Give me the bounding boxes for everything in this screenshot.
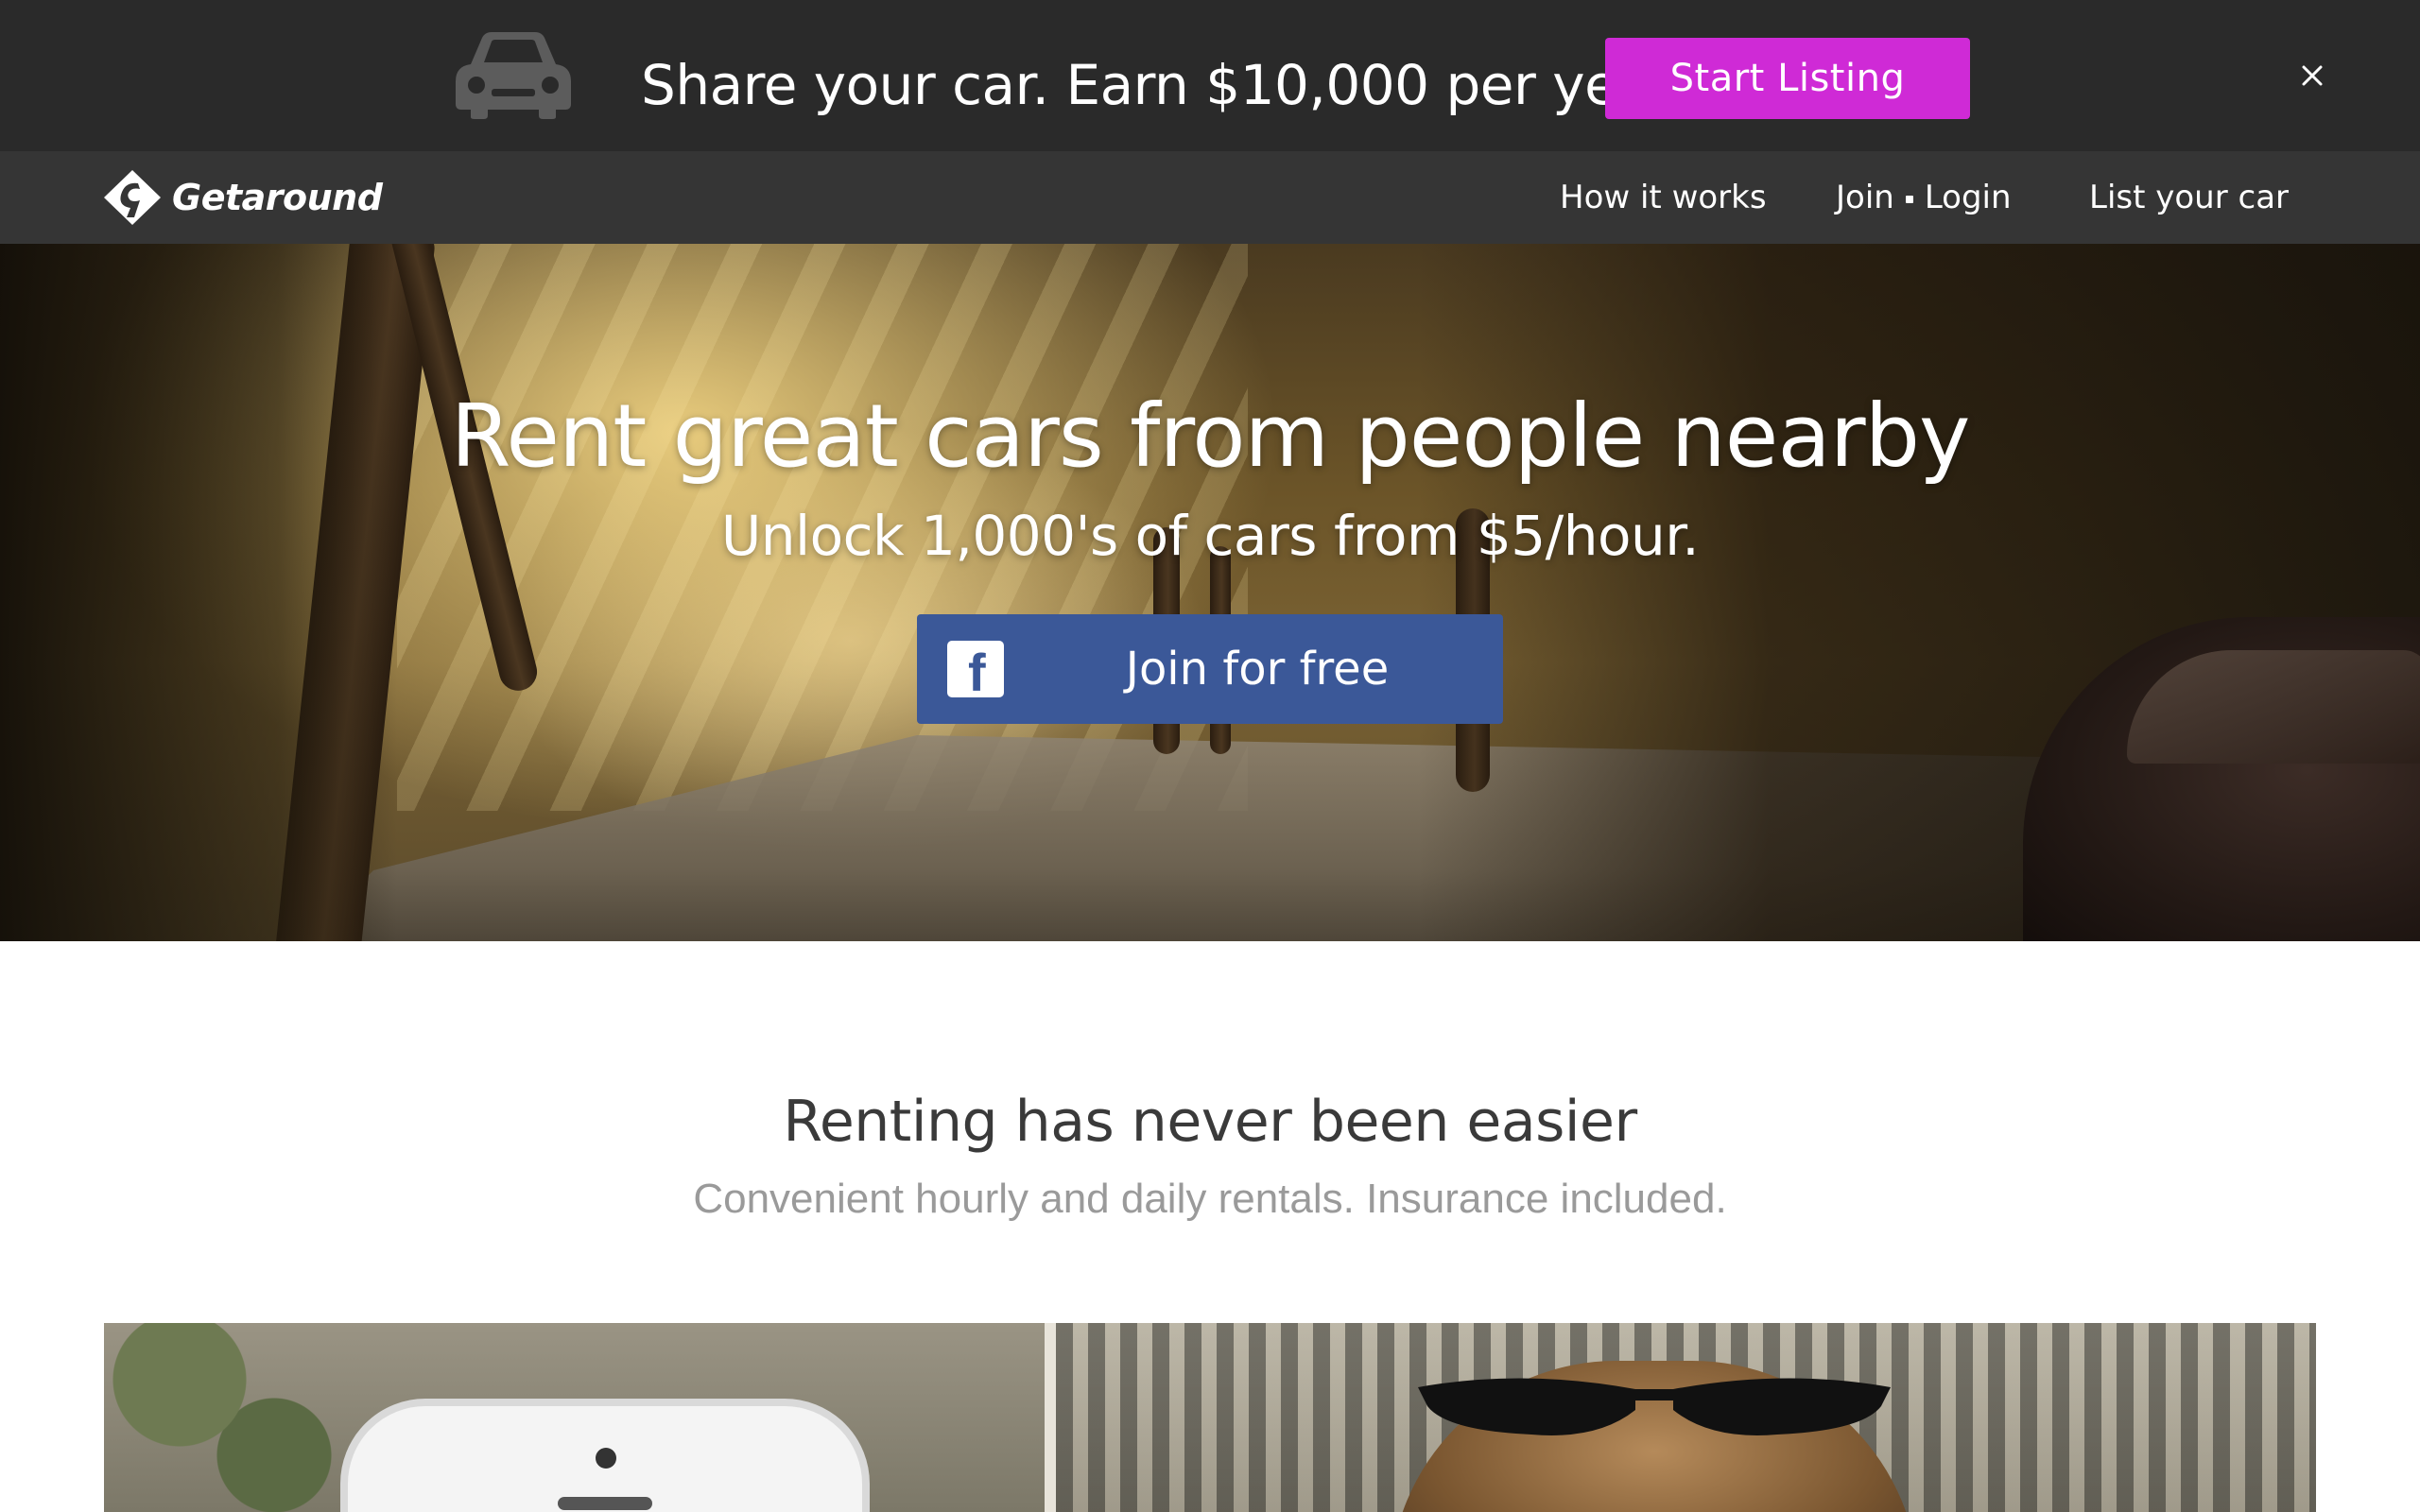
hero-subtitle: Unlock 1,000's of cars from $5/hour.: [720, 504, 1700, 568]
section-title: Renting has never been easier: [783, 1089, 1637, 1155]
phone-camera: [596, 1448, 616, 1469]
sunglasses-image: [1418, 1378, 1891, 1435]
nav-join[interactable]: Join: [1836, 179, 1894, 216]
logo-text: Getaround: [172, 177, 383, 218]
promo-banner: Share your car. Earn $10,000 per year. S…: [0, 0, 2420, 151]
close-icon[interactable]: [2295, 59, 2329, 93]
start-listing-button[interactable]: Start Listing: [1605, 38, 1970, 119]
separator-dot: [1905, 195, 1913, 203]
top-nav: Getaround How it works Join Login List yo…: [0, 151, 2420, 244]
phone-photo: [104, 1323, 1045, 1512]
phone-speaker: [558, 1497, 652, 1510]
hero-title: Rent great cars from people nearby: [450, 386, 1971, 487]
section-subtitle: Convenient hourly and daily rentals. Ins…: [693, 1176, 1727, 1222]
nav-list-your-car[interactable]: List your car: [2089, 151, 2289, 244]
phone-image: [340, 1399, 870, 1512]
nav-how-it-works[interactable]: How it works: [1560, 151, 1767, 244]
photo-divider: [1045, 1323, 1056, 1512]
facebook-icon: f: [947, 641, 1004, 699]
getaround-logo-icon: [104, 170, 161, 225]
getaround-logo[interactable]: Getaround: [102, 168, 383, 227]
nav-login[interactable]: Login: [1925, 179, 2012, 216]
join-button-label: Join for free: [1125, 643, 1390, 696]
promo-text: Share your car. Earn $10,000 per year.: [641, 53, 1685, 117]
feature-photo-strip: [104, 1323, 2316, 1512]
car-icon: [456, 32, 571, 119]
hero-section: Rent great cars from people nearby Unloc…: [0, 244, 2420, 941]
join-with-facebook-button[interactable]: f Join for free: [917, 614, 1503, 724]
nav-join-login: Join Login: [1836, 151, 2012, 244]
